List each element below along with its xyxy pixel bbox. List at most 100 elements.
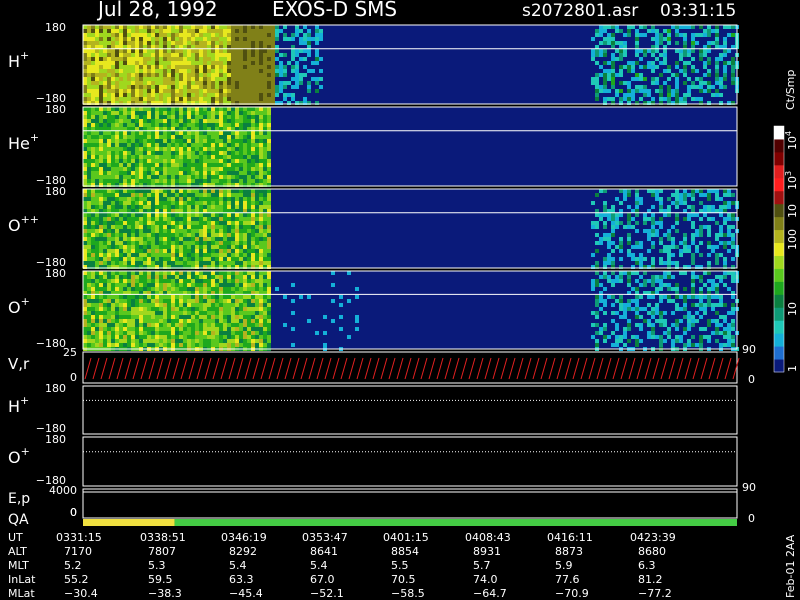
spectrogram-cell bbox=[151, 193, 155, 197]
spectrogram-cell bbox=[159, 229, 163, 233]
spectrogram-cell bbox=[235, 287, 239, 291]
spectrogram-cell bbox=[635, 271, 639, 275]
spectrogram-cell bbox=[139, 131, 143, 135]
spectrogram-cell bbox=[199, 49, 203, 53]
spectrogram-cell bbox=[87, 217, 91, 221]
spectrogram-cell bbox=[251, 135, 255, 139]
spectrogram-cell bbox=[171, 287, 175, 291]
spectrogram-cell bbox=[239, 53, 243, 57]
spectrogram-cell bbox=[135, 25, 139, 29]
spectrogram-cell bbox=[163, 245, 167, 249]
spectrogram-cell bbox=[183, 115, 187, 119]
spectrogram-cell bbox=[103, 89, 107, 93]
spectrogram-cell bbox=[675, 85, 679, 89]
spectrogram-cell bbox=[239, 179, 243, 183]
spectrogram-cell bbox=[127, 323, 131, 327]
spectrogram-cell bbox=[255, 327, 259, 331]
spectrogram-cell bbox=[83, 217, 87, 221]
spectrogram-cell bbox=[627, 65, 631, 69]
spectrogram-cell bbox=[131, 197, 135, 201]
spectrogram-cell bbox=[199, 315, 203, 319]
spectrogram-cell bbox=[215, 89, 219, 93]
spectrogram-cell bbox=[255, 323, 259, 327]
spectrogram-cell bbox=[255, 151, 259, 155]
spectrogram-cell bbox=[151, 131, 155, 135]
spectrogram-cell bbox=[187, 131, 191, 135]
spectrogram-cell bbox=[691, 213, 695, 217]
spectrogram-cell bbox=[675, 189, 679, 193]
spectrogram-cell bbox=[627, 339, 631, 343]
spectrogram-cell bbox=[155, 261, 159, 265]
spectrogram-cell bbox=[603, 271, 607, 275]
spectrogram-cell bbox=[123, 245, 127, 249]
spectrogram-cell bbox=[159, 37, 163, 41]
spectrogram-cell bbox=[687, 311, 691, 315]
spectrogram-cell bbox=[663, 319, 667, 323]
spectrogram-cell bbox=[139, 53, 143, 57]
spectrogram-cell bbox=[147, 245, 151, 249]
spectrogram-cell bbox=[143, 49, 147, 53]
spectrogram-cell bbox=[139, 61, 143, 65]
spectrogram-cell bbox=[607, 73, 611, 77]
spectrogram-cell bbox=[199, 233, 203, 237]
spectrogram-cell bbox=[151, 85, 155, 89]
spectrogram-cell bbox=[107, 303, 111, 307]
spectrogram-cell bbox=[227, 271, 231, 275]
spectrogram-cell bbox=[223, 111, 227, 115]
spectrogram-cell bbox=[663, 213, 667, 217]
spectrogram-cell bbox=[175, 41, 179, 45]
spectrogram-cell bbox=[103, 233, 107, 237]
spectrogram-cell bbox=[267, 233, 271, 237]
spectrogram-cell bbox=[187, 323, 191, 327]
spectrogram-cell bbox=[255, 159, 259, 163]
spectrogram-cell bbox=[623, 97, 627, 101]
spectrogram-cell bbox=[283, 93, 287, 97]
spectrogram-cell bbox=[151, 343, 155, 347]
spectrogram-cell bbox=[139, 279, 143, 283]
spectrogram-cell bbox=[639, 327, 643, 331]
spectrogram-cell bbox=[227, 249, 231, 253]
spectrogram-cell bbox=[115, 41, 119, 45]
spectrogram-cell bbox=[595, 315, 599, 319]
spectrogram-cell bbox=[659, 315, 663, 319]
spectrogram-cell bbox=[247, 107, 251, 111]
spectrogram-cell bbox=[175, 335, 179, 339]
spectrogram-cell bbox=[347, 335, 351, 339]
spectrogram-cell bbox=[235, 123, 239, 127]
spectrogram-cell bbox=[119, 107, 123, 111]
spectrogram-cell bbox=[615, 299, 619, 303]
spectrogram-cell bbox=[191, 299, 195, 303]
spectrogram-cell bbox=[707, 205, 711, 209]
spectrogram-cell bbox=[235, 319, 239, 323]
spectrogram-cell bbox=[127, 25, 131, 29]
spectrogram-cell bbox=[707, 69, 711, 73]
spectrogram-cell bbox=[199, 167, 203, 171]
spectrogram-cell bbox=[691, 233, 695, 237]
spectrogram-cell bbox=[235, 49, 239, 53]
spectrogram-cell bbox=[303, 97, 307, 101]
spectrogram-cell bbox=[123, 115, 127, 119]
spectrogram-cell bbox=[115, 65, 119, 69]
spectrogram-cell bbox=[171, 311, 175, 315]
spectrogram-cell bbox=[135, 245, 139, 249]
spectrogram-cell bbox=[183, 57, 187, 61]
spectrogram-cell bbox=[95, 37, 99, 41]
spectrogram-cell bbox=[211, 339, 215, 343]
spectrogram-cell bbox=[655, 89, 659, 93]
spectrogram-cell bbox=[199, 171, 203, 175]
spectrogram-cell bbox=[667, 197, 671, 201]
spectrogram-cell bbox=[99, 111, 103, 115]
spectrogram-cell bbox=[135, 73, 139, 77]
spectrogram-cell bbox=[187, 155, 191, 159]
spectrogram-cell bbox=[207, 159, 211, 163]
spectrogram-cell bbox=[211, 119, 215, 123]
spectrogram-cell bbox=[135, 151, 139, 155]
spectrogram-cell bbox=[91, 217, 95, 221]
spectrogram-cell bbox=[635, 189, 639, 193]
spectrogram-cell bbox=[147, 163, 151, 167]
spectrogram-cell bbox=[283, 295, 287, 299]
spectrogram-cell bbox=[235, 119, 239, 123]
spectrogram-cell bbox=[119, 319, 123, 323]
spectrogram-cell bbox=[107, 29, 111, 33]
spectrogram-cell bbox=[123, 65, 127, 69]
